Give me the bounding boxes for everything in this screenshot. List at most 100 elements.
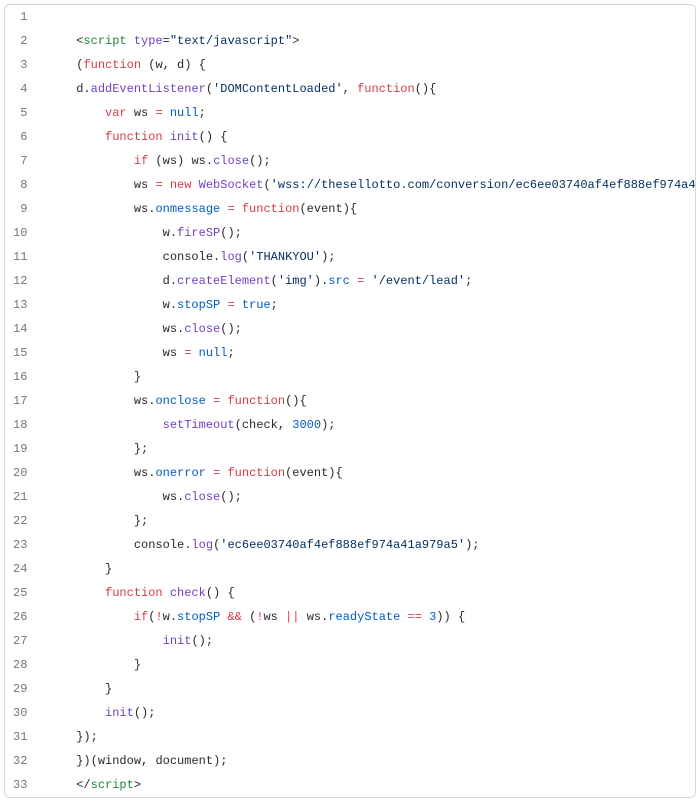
token-id bbox=[300, 610, 307, 624]
token-prop: onmessage bbox=[155, 202, 220, 216]
token-id: ws bbox=[163, 490, 177, 504]
token-id bbox=[206, 394, 213, 408]
token-prop: stopSP bbox=[177, 610, 220, 624]
token-id: ws bbox=[163, 322, 177, 336]
code-line: 25 function check() { bbox=[5, 581, 696, 605]
token-id bbox=[163, 178, 170, 192]
token-punc: () { bbox=[206, 586, 235, 600]
code-line: 9 ws.onmessage = function(event){ bbox=[5, 197, 696, 221]
token-op: && bbox=[227, 610, 241, 624]
token-punc: , bbox=[343, 82, 357, 96]
code-line: 19 }; bbox=[5, 437, 696, 461]
token-id bbox=[191, 178, 198, 192]
line-number: 21 bbox=[5, 485, 37, 509]
token-fn: setTimeout bbox=[163, 418, 235, 432]
token-op: = bbox=[155, 106, 162, 120]
token-punc: ( bbox=[206, 82, 213, 96]
line-number: 16 bbox=[5, 365, 37, 389]
token-fn: fireSP bbox=[177, 226, 220, 240]
token-punc: (){ bbox=[415, 82, 437, 96]
code-content: setTimeout(check, 3000); bbox=[37, 413, 696, 437]
token-id: ws bbox=[134, 106, 148, 120]
code-line: 32 })(window, document); bbox=[5, 749, 696, 773]
code-content: w.stopSP = true; bbox=[37, 293, 696, 317]
line-number: 13 bbox=[5, 293, 37, 317]
token-punc: } bbox=[105, 682, 112, 696]
token-num: 3000 bbox=[292, 418, 321, 432]
token-kw: function bbox=[242, 202, 300, 216]
token-id bbox=[163, 106, 170, 120]
line-number: 30 bbox=[5, 701, 37, 725]
code-content: ws.onclose = function(){ bbox=[37, 389, 696, 413]
line-number: 3 bbox=[5, 53, 37, 77]
token-punc: ); bbox=[213, 754, 227, 768]
token-fn: close bbox=[184, 490, 220, 504]
token-punc: (); bbox=[134, 706, 156, 720]
token-kw: var bbox=[105, 106, 127, 120]
line-number: 5 bbox=[5, 101, 37, 125]
token-punc: ). bbox=[314, 274, 328, 288]
code-line: 14 ws.close(); bbox=[5, 317, 696, 341]
token-punc: }; bbox=[134, 442, 148, 456]
code-content: } bbox=[37, 557, 696, 581]
line-number: 11 bbox=[5, 245, 37, 269]
token-punc: (); bbox=[220, 490, 242, 504]
token-punc: ( bbox=[263, 178, 270, 192]
token-id: ws bbox=[163, 154, 177, 168]
line-number: 15 bbox=[5, 341, 37, 365]
token-fn: WebSocket bbox=[199, 178, 264, 192]
code-content: function check() { bbox=[37, 581, 696, 605]
code-line: 20 ws.onerror = function(event){ bbox=[5, 461, 696, 485]
token-punc: ( bbox=[271, 274, 278, 288]
token-id: ws bbox=[134, 466, 148, 480]
token-str: 'DOMContentLoaded' bbox=[213, 82, 343, 96]
token-punc: (){ bbox=[285, 394, 307, 408]
code-content: ws.onmessage = function(event){ bbox=[37, 197, 696, 221]
token-fn: addEventListener bbox=[91, 82, 206, 96]
token-punc: } bbox=[134, 370, 141, 384]
code-content: })(window, document); bbox=[37, 749, 696, 773]
token-kw: if bbox=[134, 154, 148, 168]
token-id bbox=[127, 106, 134, 120]
code-content: d.createElement('img').src = '/event/lea… bbox=[37, 269, 696, 293]
line-number: 8 bbox=[5, 173, 37, 197]
token-str: 'wss://thesellotto.com/conversion/ec6ee0… bbox=[271, 178, 696, 192]
code-content: init(); bbox=[37, 629, 696, 653]
token-str: 'ec6ee03740af4ef888ef974a41a979a5' bbox=[220, 538, 465, 552]
code-content: ws.onerror = function(event){ bbox=[37, 461, 696, 485]
token-punc: ){ bbox=[328, 466, 342, 480]
code-content bbox=[37, 5, 696, 29]
token-fn: createElement bbox=[177, 274, 271, 288]
line-number: 27 bbox=[5, 629, 37, 653]
token-id bbox=[278, 610, 285, 624]
code-content: d.addEventListener('DOMContentLoaded', f… bbox=[37, 77, 696, 101]
code-content: if (ws) ws.close(); bbox=[37, 149, 696, 173]
line-number: 14 bbox=[5, 317, 37, 341]
line-number: 33 bbox=[5, 773, 37, 797]
token-punc: ( bbox=[148, 154, 162, 168]
code-line: 30 init(); bbox=[5, 701, 696, 725]
token-punc: , bbox=[141, 754, 155, 768]
token-str: 'THANKYOU' bbox=[249, 250, 321, 264]
line-number: 26 bbox=[5, 605, 37, 629]
token-punc: ; bbox=[199, 106, 206, 120]
token-punc: ; bbox=[271, 298, 278, 312]
token-prop: src bbox=[328, 274, 350, 288]
token-punc: ; bbox=[227, 346, 234, 360]
token-punc: }); bbox=[76, 730, 98, 744]
code-line: 28 } bbox=[5, 653, 696, 677]
code-line: 22 }; bbox=[5, 509, 696, 533]
code-line: 10 w.fireSP(); bbox=[5, 221, 696, 245]
token-id: window bbox=[98, 754, 141, 768]
token-punc: () { bbox=[199, 130, 228, 144]
token-id: console bbox=[163, 250, 213, 264]
token-kw: function bbox=[227, 394, 285, 408]
token-id: w bbox=[163, 298, 170, 312]
token-id: ws bbox=[134, 394, 148, 408]
line-number: 9 bbox=[5, 197, 37, 221]
token-punc: </ bbox=[76, 778, 90, 792]
code-content: console.log('ec6ee03740af4ef888ef974a41a… bbox=[37, 533, 696, 557]
token-id: w bbox=[163, 610, 170, 624]
token-id bbox=[127, 34, 134, 48]
token-prop: onerror bbox=[155, 466, 205, 480]
